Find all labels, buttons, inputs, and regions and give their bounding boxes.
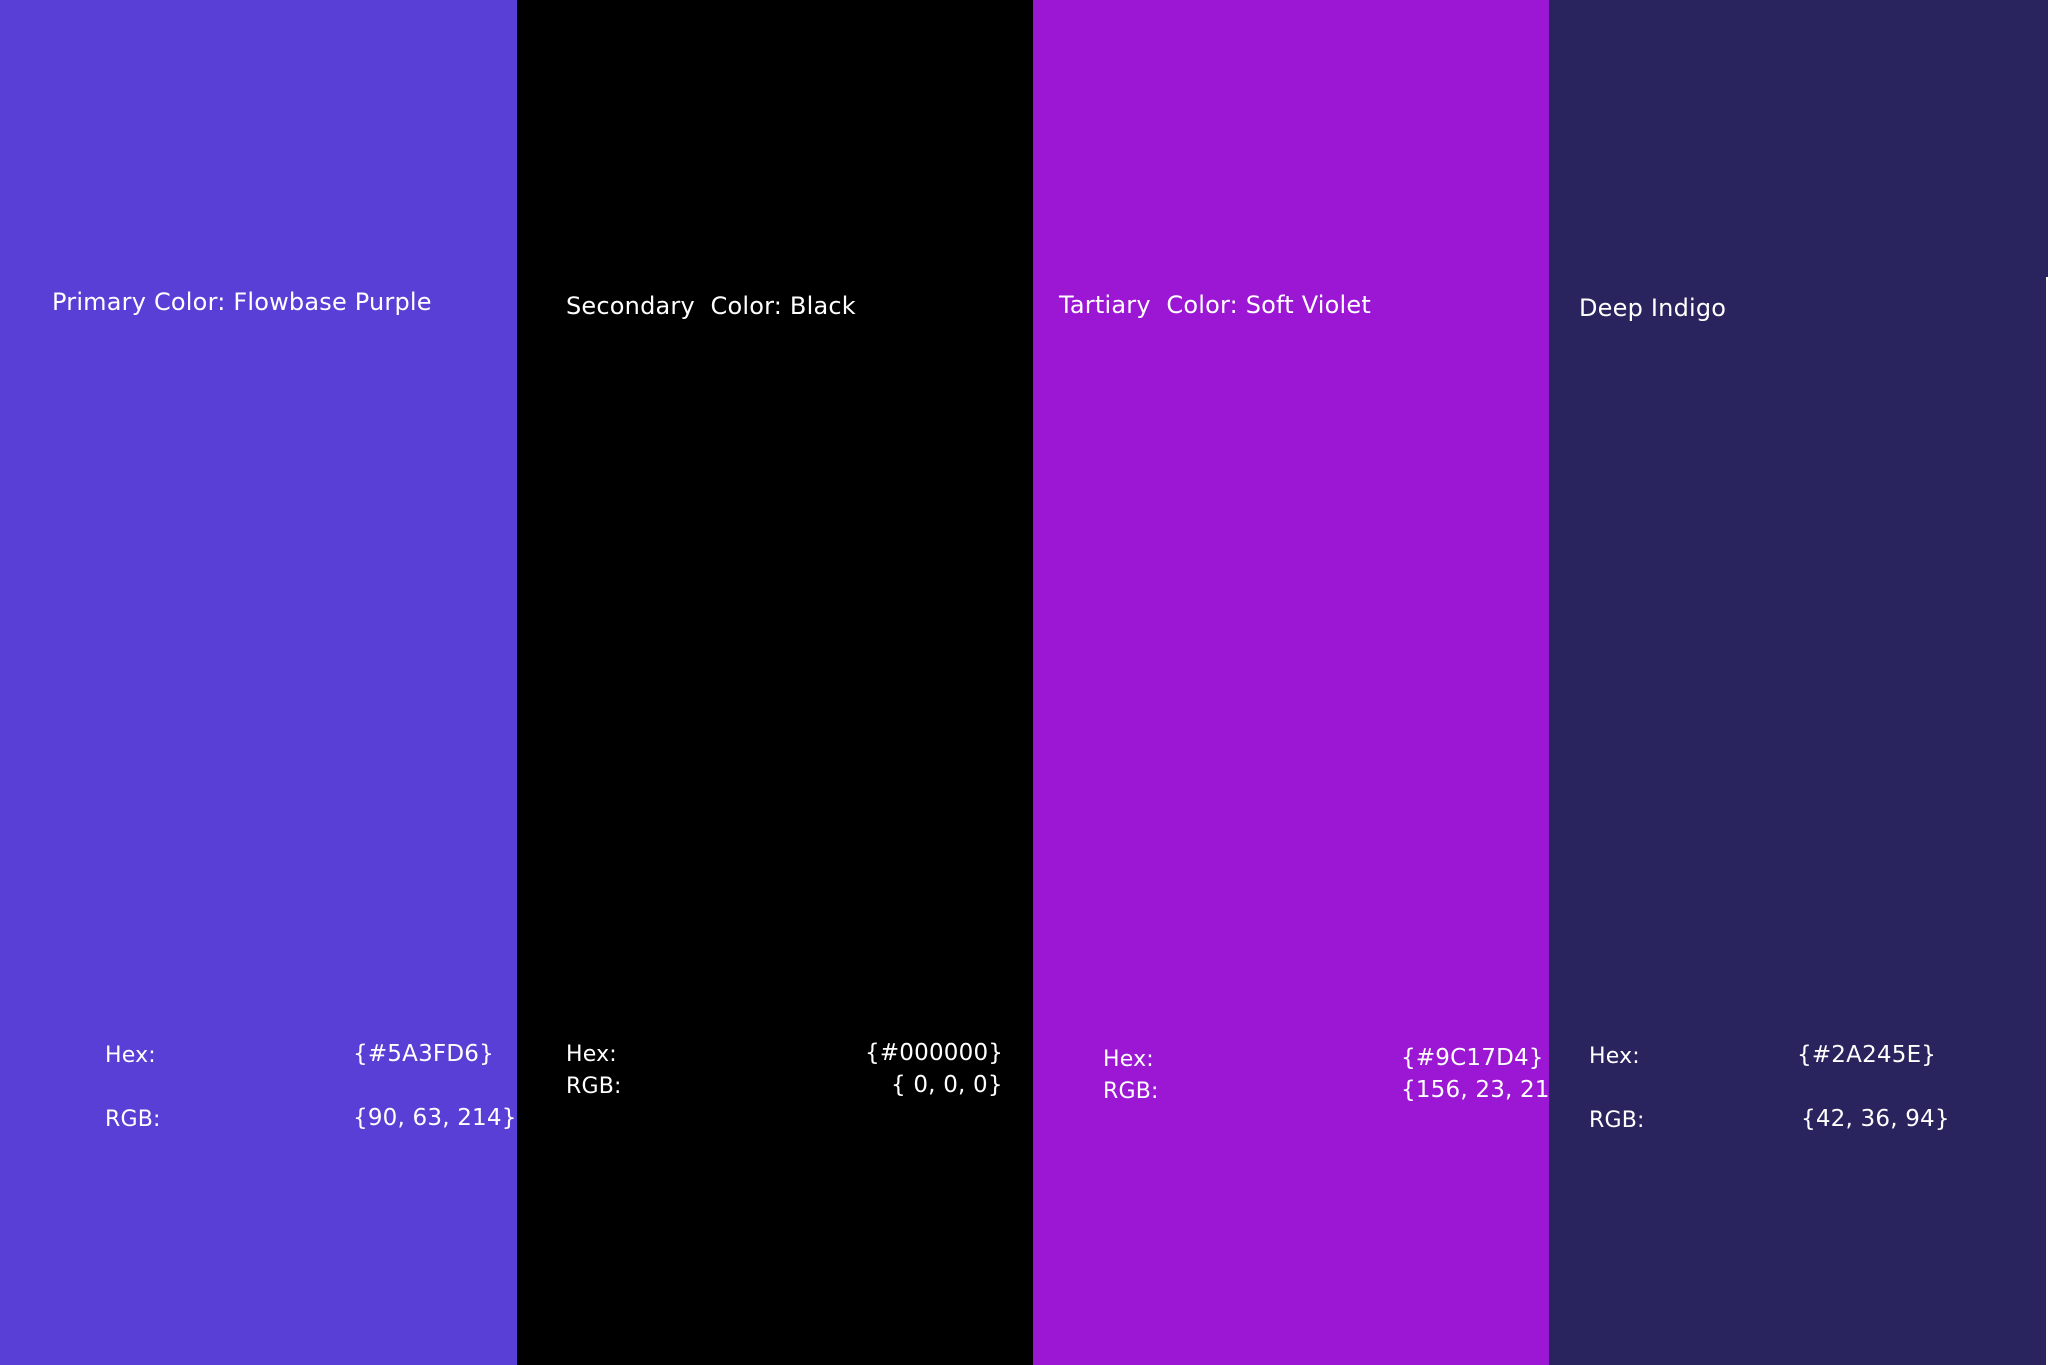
hex-label: Hex: bbox=[1589, 1044, 1640, 1069]
rgb-label: RGB: bbox=[105, 1107, 161, 1132]
swatch-primary: Primary Color: Flowbase Purple Hex: {#5A… bbox=[0, 0, 517, 1365]
swatch-tertiary: Tartiary Color: Soft Violet Hex: {#9C17D… bbox=[1033, 0, 1579, 1365]
rgb-value: { 0, 0, 0} bbox=[891, 1072, 1003, 1098]
hex-label: Hex: bbox=[105, 1043, 156, 1068]
swatch-title: Primary Color: Flowbase Purple bbox=[52, 288, 432, 316]
color-palette: Primary Color: Flowbase Purple Hex: {#5A… bbox=[0, 0, 2048, 1365]
swatch-title: Tartiary Color: Soft Violet bbox=[1059, 291, 1371, 319]
hex-label: Hex: bbox=[1103, 1047, 1154, 1072]
rgb-label: RGB: bbox=[1589, 1108, 1645, 1133]
hex-value: {#2A245E} bbox=[1797, 1042, 1937, 1068]
swatch-title: Secondary Color: Black bbox=[566, 292, 856, 320]
rgb-label: RGB: bbox=[566, 1074, 622, 1099]
rgb-value: {90, 63, 214} bbox=[353, 1105, 517, 1131]
rgb-value: {42, 36, 94} bbox=[1801, 1106, 1950, 1132]
rgb-label: RGB: bbox=[1103, 1079, 1159, 1104]
hex-value: {#5A3FD6} bbox=[353, 1041, 494, 1067]
swatch-title: Deep Indigo bbox=[1579, 294, 1727, 322]
swatch-deep-indigo: Deep Indigo Hex: {#2A245E} RGB: {42, 36,… bbox=[1549, 0, 2048, 1365]
swatch-secondary: Secondary Color: Black Hex: {#000000} RG… bbox=[517, 0, 1034, 1365]
hex-value: {#000000} bbox=[865, 1040, 1004, 1066]
hex-label: Hex: bbox=[566, 1042, 617, 1067]
hex-value: {#9C17D4} bbox=[1401, 1045, 1544, 1071]
